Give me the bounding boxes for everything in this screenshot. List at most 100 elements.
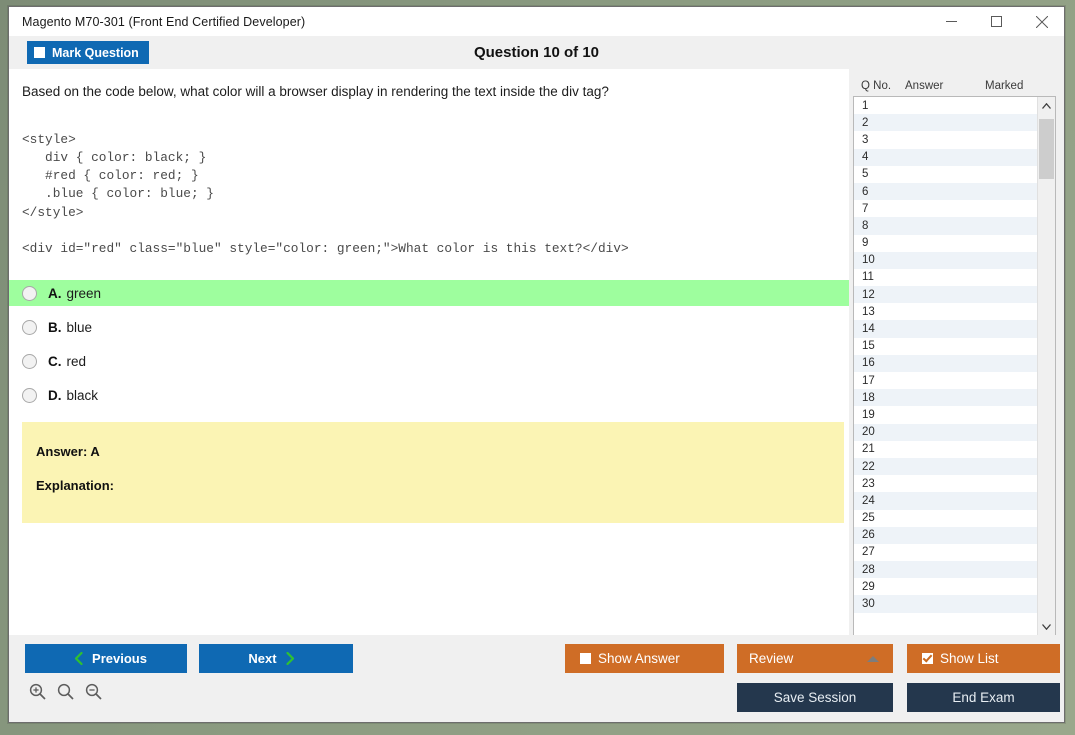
question-row-number: 15 (854, 340, 898, 352)
question-row-number: 8 (854, 220, 898, 232)
explanation-label: Explanation: (36, 478, 844, 493)
option-letter-c: C. (48, 354, 62, 369)
option-row-c[interactable]: C. red (9, 348, 849, 374)
zoom-out-icon[interactable] (85, 683, 102, 705)
question-list-row[interactable]: 21 (854, 441, 1037, 458)
question-list-row[interactable]: 26 (854, 527, 1037, 544)
option-row-b[interactable]: B. blue (9, 314, 849, 340)
question-row-number: 13 (854, 306, 898, 318)
question-list-row[interactable]: 8 (854, 217, 1037, 234)
option-text-c: red (67, 354, 87, 369)
question-row-number: 24 (854, 495, 898, 507)
question-row-number: 22 (854, 461, 898, 473)
question-list-row[interactable]: 20 (854, 424, 1037, 441)
show-list-checkbox-icon (922, 653, 933, 664)
save-session-button[interactable]: Save Session (737, 683, 893, 712)
column-header-qno: Q No. (853, 80, 905, 92)
question-row-number: 26 (854, 529, 898, 541)
question-row-number: 6 (854, 186, 898, 198)
question-list-row[interactable]: 10 (854, 252, 1037, 269)
radio-icon-a[interactable] (22, 286, 37, 301)
window-title: Magento M70-301 (Front End Certified Dev… (9, 15, 305, 29)
question-row-number: 20 (854, 426, 898, 438)
question-list-row[interactable]: 30 (854, 595, 1037, 612)
mark-question-button[interactable]: Mark Question (27, 41, 149, 64)
question-row-number: 2 (854, 117, 898, 129)
question-row-number: 18 (854, 392, 898, 404)
scrollbar-thumb[interactable] (1039, 119, 1054, 179)
question-list-row[interactable]: 14 (854, 320, 1037, 337)
question-row-number: 21 (854, 443, 898, 455)
app-window: Magento M70-301 (Front End Certified Dev… (8, 6, 1065, 723)
column-header-answer: Answer (905, 80, 985, 92)
question-list-row[interactable]: 24 (854, 492, 1037, 509)
question-list-rows[interactable]: 1234567891011121314151617181920212223242… (854, 97, 1037, 635)
radio-icon-d[interactable] (22, 388, 37, 403)
show-list-label: Show List (940, 651, 999, 666)
question-list-row[interactable]: 5 (854, 166, 1037, 183)
question-list-row[interactable]: 13 (854, 303, 1037, 320)
next-button[interactable]: Next (199, 644, 353, 673)
question-list-row[interactable]: 18 (854, 389, 1037, 406)
question-list-row[interactable]: 3 (854, 131, 1037, 148)
end-exam-button[interactable]: End Exam (907, 683, 1060, 712)
question-list-row[interactable]: 28 (854, 561, 1037, 578)
question-row-number: 10 (854, 254, 898, 266)
radio-icon-c[interactable] (22, 354, 37, 369)
question-list-row[interactable]: 25 (854, 510, 1037, 527)
question-row-number: 11 (854, 271, 898, 283)
question-list-row[interactable]: 7 (854, 200, 1037, 217)
question-row-number: 14 (854, 323, 898, 335)
title-bar: Magento M70-301 (Front End Certified Dev… (9, 7, 1064, 36)
column-header-marked: Marked (985, 80, 1045, 92)
question-list-row[interactable]: 11 (854, 269, 1037, 286)
minimize-icon[interactable] (929, 7, 974, 36)
review-dropdown[interactable]: Review (737, 644, 893, 673)
option-text-a: green (67, 286, 102, 301)
question-list-header: Q No. Answer Marked (853, 75, 1056, 96)
question-list-scrollbar[interactable] (1037, 97, 1055, 635)
footer-toolbar: Previous Next Show Answer Review Show Li… (9, 635, 1064, 722)
save-session-label: Save Session (774, 690, 857, 705)
previous-button[interactable]: Previous (25, 644, 187, 673)
mark-question-checkbox-icon (34, 47, 45, 58)
question-row-number: 7 (854, 203, 898, 215)
content-area: Based on the code below, what color will… (9, 69, 1064, 635)
zoom-reset-icon[interactable] (57, 683, 74, 705)
question-list-row[interactable]: 22 (854, 458, 1037, 475)
close-icon[interactable] (1019, 7, 1064, 36)
maximize-icon[interactable] (974, 7, 1019, 36)
scroll-down-icon[interactable] (1038, 618, 1055, 635)
question-list-row[interactable]: 17 (854, 372, 1037, 389)
question-list-row[interactable]: 19 (854, 406, 1037, 423)
question-code-snippet: <style> div { color: black; } #red { col… (9, 114, 849, 258)
zoom-in-icon[interactable] (29, 683, 46, 705)
screen: Magento M70-301 (Front End Certified Dev… (0, 0, 1075, 735)
radio-icon-b[interactable] (22, 320, 37, 335)
option-letter-d: D. (48, 388, 62, 403)
answer-options-list: A. green B. blue C. red (9, 280, 849, 408)
show-list-button[interactable]: Show List (907, 644, 1060, 673)
scroll-up-icon[interactable] (1038, 97, 1055, 114)
show-answer-button[interactable]: Show Answer (565, 644, 724, 673)
question-list-row[interactable]: 15 (854, 338, 1037, 355)
question-list-row[interactable]: 16 (854, 355, 1037, 372)
next-label: Next (248, 651, 276, 666)
question-list-row[interactable]: 6 (854, 183, 1037, 200)
question-list-row[interactable]: 23 (854, 475, 1037, 492)
question-list-row[interactable]: 12 (854, 286, 1037, 303)
question-row-number: 28 (854, 564, 898, 576)
option-row-a[interactable]: A. green (9, 280, 849, 306)
question-list-row[interactable]: 4 (854, 149, 1037, 166)
question-list-row[interactable]: 9 (854, 235, 1037, 252)
question-list-row[interactable]: 27 (854, 544, 1037, 561)
show-answer-label: Show Answer (598, 651, 680, 666)
question-header-bar: Mark Question Question 10 of 10 (9, 36, 1064, 69)
question-list-row[interactable]: 2 (854, 114, 1037, 131)
question-row-number: 5 (854, 168, 898, 180)
option-row-d[interactable]: D. black (9, 382, 849, 408)
option-text-b: blue (67, 320, 93, 335)
chevron-up-icon (867, 656, 879, 662)
question-list-row[interactable]: 1 (854, 97, 1037, 114)
question-list-row[interactable]: 29 (854, 578, 1037, 595)
